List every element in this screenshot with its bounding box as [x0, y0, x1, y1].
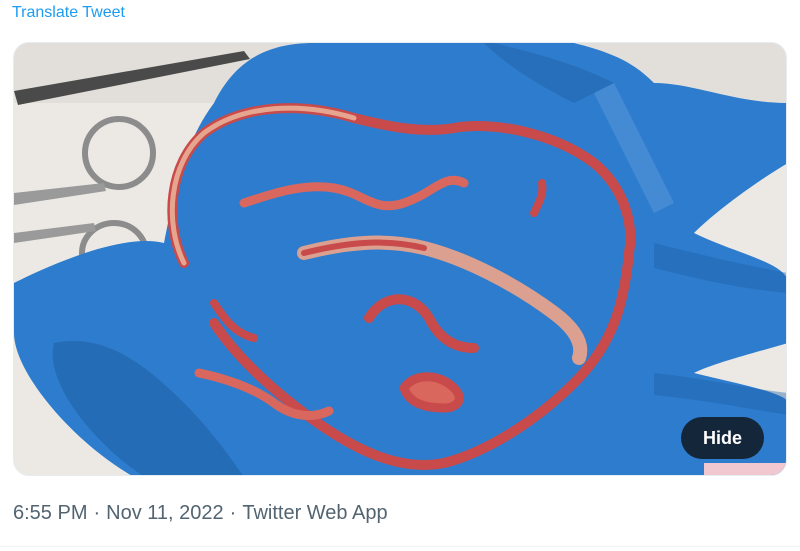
hide-media-button[interactable]: Hide	[680, 417, 764, 459]
translate-tweet-link[interactable]: Translate Tweet	[12, 4, 125, 22]
divider	[0, 546, 800, 547]
tweet-metadata: 6:55 PM · Nov 11, 2022 · Twitter Web App	[13, 502, 388, 525]
video-frame-image	[14, 43, 786, 475]
separator-dot: ·	[93, 502, 101, 524]
tweet-time[interactable]: 6:55 PM	[13, 502, 87, 524]
tweet-media-video[interactable]: Hide	[13, 42, 787, 476]
separator-dot: ·	[229, 502, 237, 524]
tweet-date[interactable]: Nov 11, 2022	[106, 502, 224, 524]
tweet-source-link[interactable]: Twitter Web App	[242, 502, 387, 524]
